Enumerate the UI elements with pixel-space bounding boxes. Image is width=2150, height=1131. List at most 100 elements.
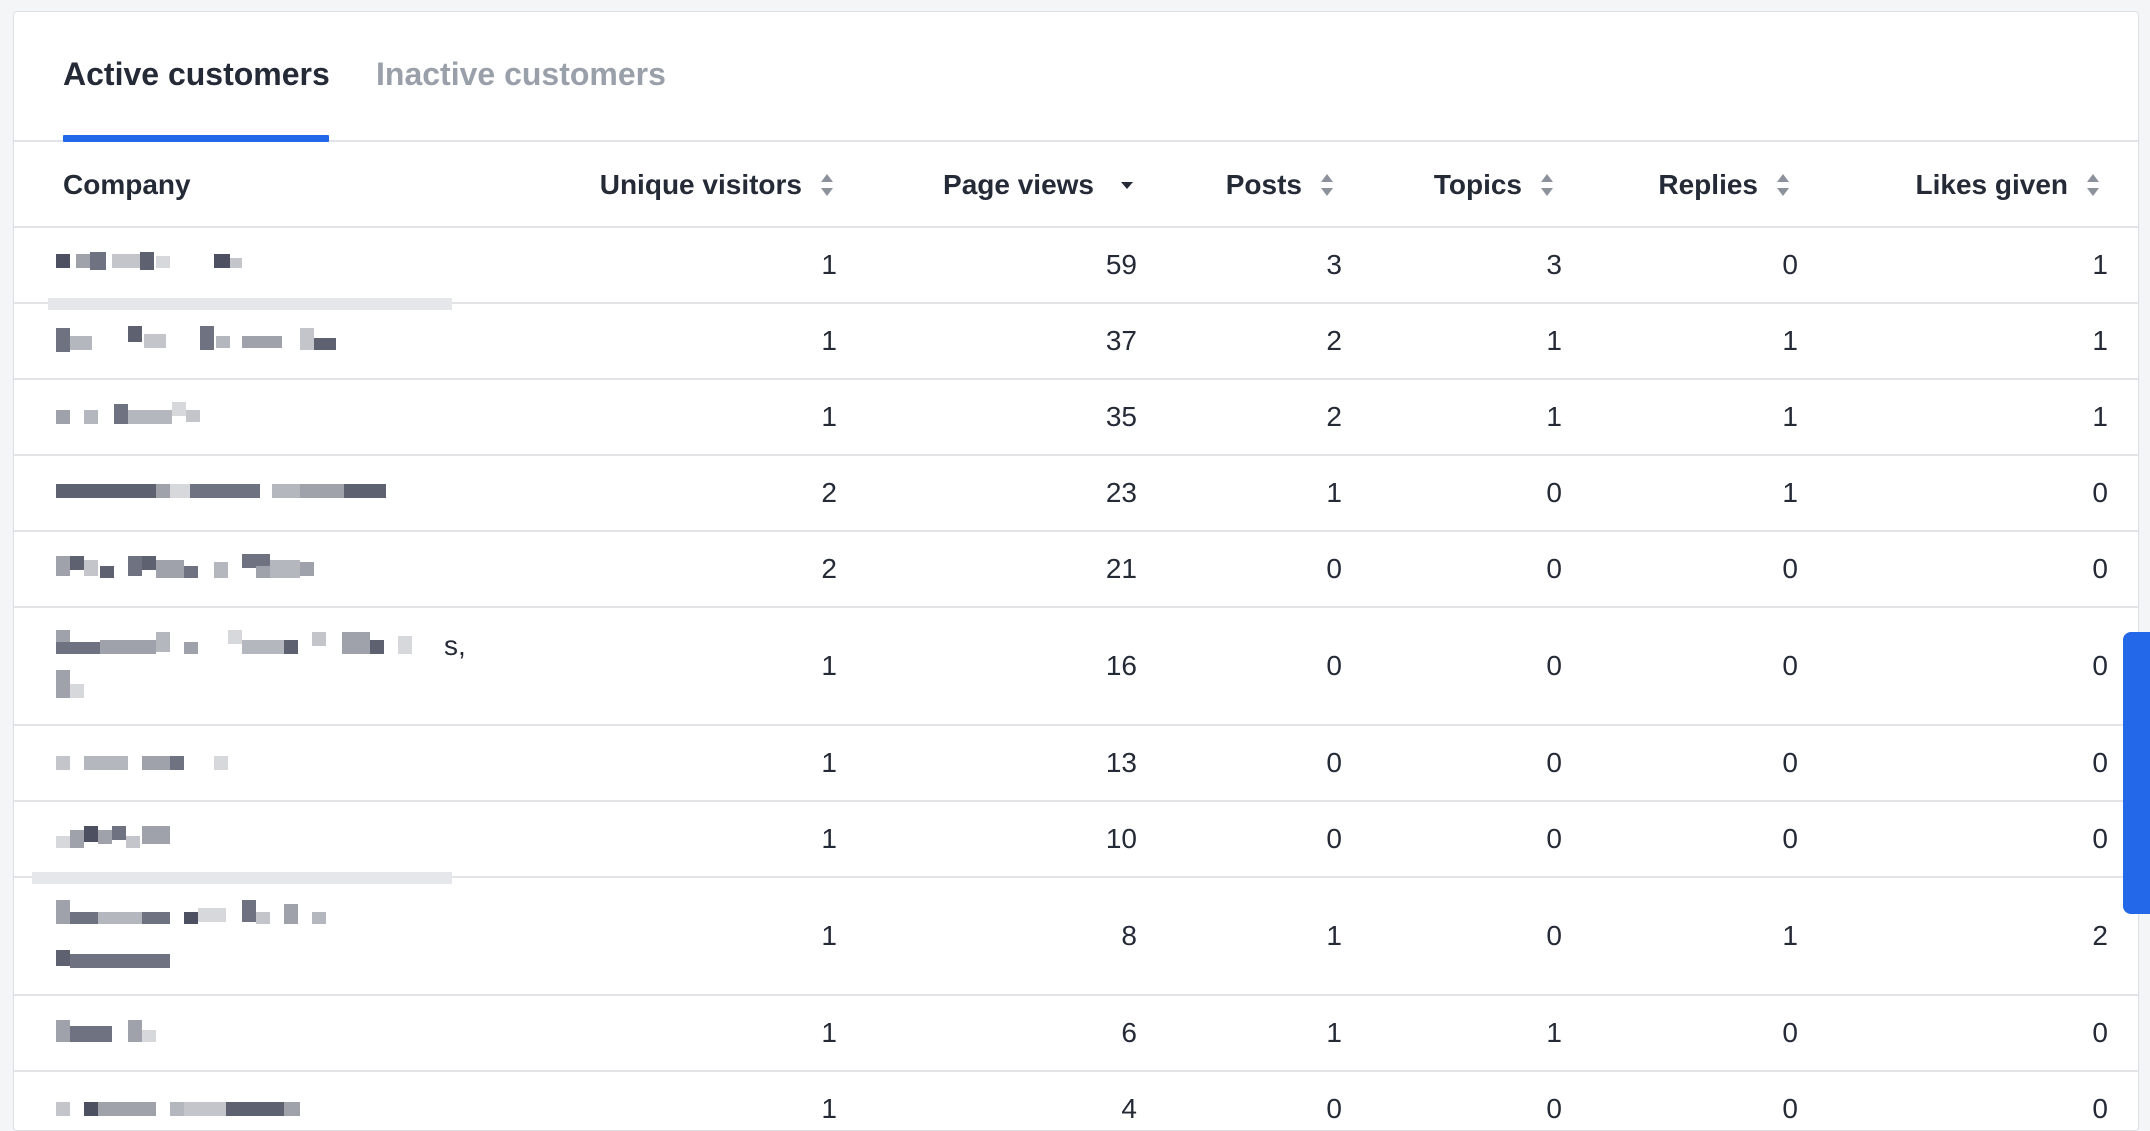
likes-given-value: 1 (2092, 401, 2108, 432)
topics-value: 0 (1546, 747, 1562, 778)
topics-value: 0 (1546, 553, 1562, 584)
sort-up-down-icon[interactable] (820, 173, 834, 197)
topics-value: 0 (1546, 823, 1562, 854)
topics-value: 0 (1546, 1093, 1562, 1124)
table-row[interactable]: s, 1 16 0 0 0 0 (14, 608, 2138, 726)
topics-value: 1 (1546, 1017, 1562, 1048)
page-views-value: 35 (1105, 401, 1137, 432)
likes-given-value: 0 (2092, 553, 2108, 584)
replies-value: 1 (1782, 325, 1798, 356)
replies-value: 0 (1782, 747, 1798, 778)
column-header-replies[interactable]: Replies (1554, 142, 1790, 228)
likes-given-value: 0 (2092, 747, 2108, 778)
posts-value: 1 (1326, 920, 1342, 951)
company-name-redacted (56, 380, 476, 454)
page-views-value: 8 (1121, 920, 1137, 951)
replies-value: 0 (1782, 823, 1798, 854)
company-name-redacted (56, 878, 476, 994)
column-header-topics[interactable]: Topics (1334, 142, 1554, 228)
active-tab-indicator (63, 135, 329, 142)
unique-visitors-value: 1 (821, 401, 837, 432)
topics-value: 1 (1546, 401, 1562, 432)
unique-visitors-value: 1 (821, 823, 837, 854)
posts-value: 2 (1326, 325, 1342, 356)
unique-visitors-value: 1 (821, 1017, 837, 1048)
posts-value: 0 (1326, 823, 1342, 854)
company-name-redacted (56, 456, 476, 530)
company-name-redacted (56, 726, 476, 800)
company-name-redacted (56, 1072, 476, 1130)
unique-visitors-value: 1 (821, 325, 837, 356)
likes-given-value: 0 (2092, 650, 2108, 681)
table-row[interactable]: 2 23 1 0 1 0 (14, 456, 2138, 532)
sort-up-down-icon[interactable] (2086, 173, 2100, 197)
page-views-value: 21 (1105, 553, 1137, 584)
topics-value: 0 (1546, 920, 1562, 951)
table-row[interactable]: 1 59 3 3 0 1 (14, 228, 2138, 310)
replies-value: 0 (1782, 249, 1798, 280)
table-row[interactable]: 1 8 1 0 1 2 (14, 878, 2138, 996)
likes-given-value: 0 (2092, 823, 2108, 854)
column-header-page-views[interactable]: Page views (834, 142, 1134, 228)
company-name-redacted (48, 228, 476, 310)
company-name-redacted (56, 996, 476, 1070)
table-row[interactable]: 1 4 0 0 0 0 (14, 1072, 2138, 1130)
posts-value: 1 (1326, 1017, 1342, 1048)
posts-value: 0 (1326, 553, 1342, 584)
page-views-value: 6 (1121, 1017, 1137, 1048)
page-views-value: 37 (1105, 325, 1137, 356)
tab-bar: Active customers Inactive customers (14, 12, 2138, 142)
page-views-value: 59 (1105, 249, 1137, 280)
likes-given-value: 0 (2092, 477, 2108, 508)
tab-active-customers[interactable]: Active customers (63, 56, 330, 93)
unique-visitors-value: 1 (821, 747, 837, 778)
sort-up-down-icon[interactable] (1540, 173, 1554, 197)
unique-visitors-value: 1 (821, 650, 837, 681)
topics-value: 3 (1546, 249, 1562, 280)
likes-given-value: 0 (2092, 1017, 2108, 1048)
page-views-value: 4 (1121, 1093, 1137, 1124)
replies-value: 0 (1782, 1017, 1798, 1048)
page-views-value: 10 (1105, 823, 1137, 854)
replies-value: 1 (1782, 477, 1798, 508)
unique-visitors-value: 2 (821, 553, 837, 584)
unique-visitors-value: 1 (821, 1093, 837, 1124)
likes-given-value: 1 (2092, 249, 2108, 280)
column-header-unique-visitors[interactable]: Unique visitors (534, 142, 834, 228)
caret-down-icon[interactable] (1120, 173, 1134, 197)
page-views-value: 23 (1105, 477, 1137, 508)
posts-value: 2 (1326, 401, 1342, 432)
likes-given-value: 1 (2092, 325, 2108, 356)
posts-value: 0 (1326, 1093, 1342, 1124)
column-header-likes-given[interactable]: Likes given (1790, 142, 2100, 228)
sort-up-down-icon[interactable] (1776, 173, 1790, 197)
table-row[interactable]: 1 13 0 0 0 0 (14, 726, 2138, 802)
replies-value: 1 (1782, 401, 1798, 432)
replies-value: 0 (1782, 1093, 1798, 1124)
posts-value: 0 (1326, 747, 1342, 778)
table-row[interactable]: 1 6 1 1 0 0 (14, 996, 2138, 1072)
replies-value: 0 (1782, 650, 1798, 681)
table-row[interactable]: 1 10 0 0 0 0 (14, 802, 2138, 884)
posts-value: 0 (1326, 650, 1342, 681)
sort-up-down-icon[interactable] (1320, 173, 1334, 197)
unique-visitors-value: 1 (821, 920, 837, 951)
tab-inactive-customers[interactable]: Inactive customers (376, 56, 666, 93)
table-row[interactable]: 2 21 0 0 0 0 (14, 532, 2138, 608)
scrollbar-thumb[interactable] (2123, 632, 2150, 914)
posts-value: 1 (1326, 477, 1342, 508)
table-row[interactable]: 1 37 2 1 1 1 (14, 304, 2138, 380)
replies-value: 0 (1782, 553, 1798, 584)
company-name-redacted (56, 532, 476, 606)
posts-value: 3 (1326, 249, 1342, 280)
company-name-redacted (32, 802, 476, 884)
column-header-posts[interactable]: Posts (1134, 142, 1334, 228)
page-views-value: 16 (1105, 650, 1137, 681)
table-row[interactable]: 1 35 2 1 1 1 (14, 380, 2138, 456)
company-name-redacted: s, (56, 608, 476, 724)
unique-visitors-value: 1 (821, 249, 837, 280)
column-header-company[interactable]: Company (63, 142, 191, 228)
replies-value: 1 (1782, 920, 1798, 951)
company-name-redacted (56, 304, 476, 378)
likes-given-value: 2 (2092, 920, 2108, 951)
